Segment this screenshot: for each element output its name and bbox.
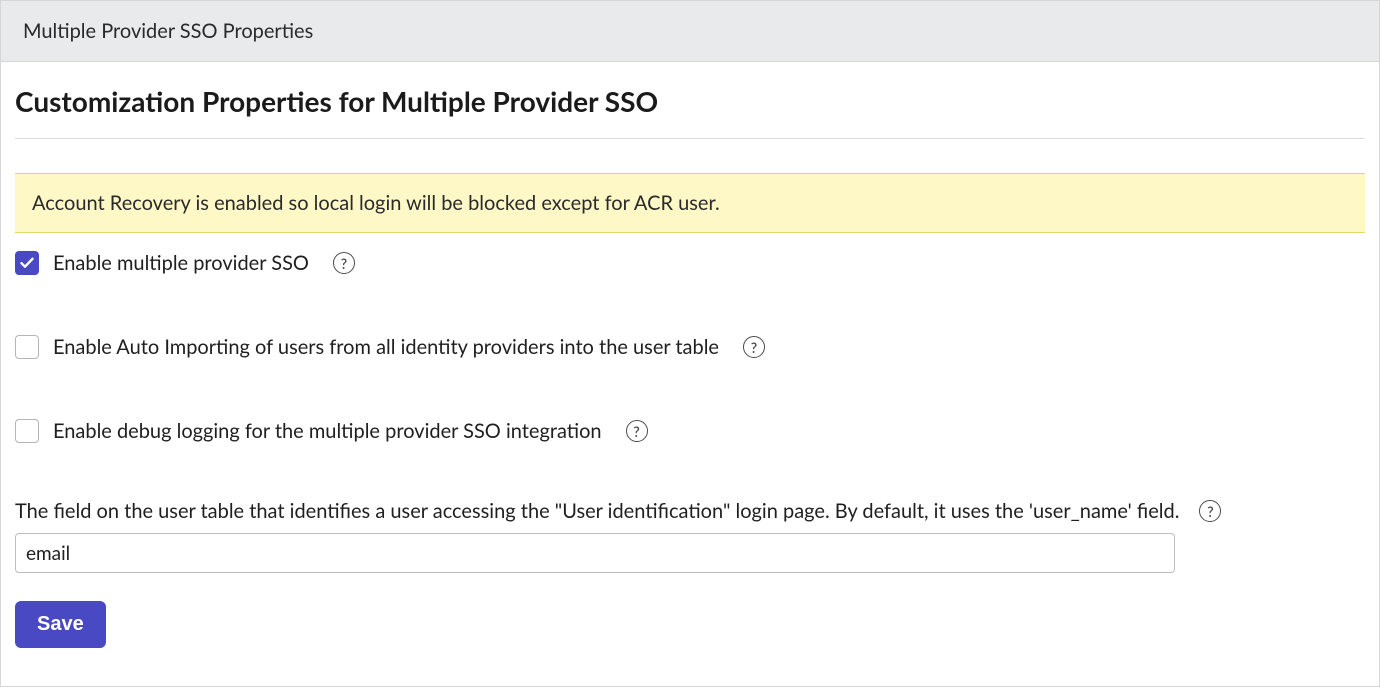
panel-header: Multiple Provider SSO Properties <box>1 1 1379 62</box>
auto-import-row: Enable Auto Importing of users from all … <box>15 335 1365 359</box>
properties-panel: Multiple Provider SSO Properties Customi… <box>0 0 1380 687</box>
user-identifier-group: The field on the user table that identif… <box>15 499 1365 573</box>
checkmark-icon <box>20 257 34 269</box>
auto-import-checkbox[interactable] <box>15 335 39 359</box>
help-icon[interactable]: ? <box>626 420 648 442</box>
enable-sso-label: Enable multiple provider SSO <box>53 251 309 275</box>
account-recovery-notice: Account Recovery is enabled so local log… <box>15 173 1365 233</box>
divider <box>15 138 1365 139</box>
panel-content: Customization Properties for Multiple Pr… <box>1 62 1379 666</box>
auto-import-label: Enable Auto Importing of users from all … <box>53 335 719 359</box>
page-title: Customization Properties for Multiple Pr… <box>15 84 1365 118</box>
help-icon[interactable]: ? <box>1199 500 1221 522</box>
enable-sso-checkbox[interactable] <box>15 251 39 275</box>
enable-sso-row: Enable multiple provider SSO ? <box>15 251 1365 275</box>
debug-logging-row: Enable debug logging for the multiple pr… <box>15 419 1365 443</box>
help-icon[interactable]: ? <box>743 336 765 358</box>
user-identifier-label: The field on the user table that identif… <box>15 499 1179 523</box>
debug-logging-checkbox[interactable] <box>15 419 39 443</box>
save-button[interactable]: Save <box>15 601 106 648</box>
panel-header-title: Multiple Provider SSO Properties <box>23 19 313 43</box>
user-identifier-label-row: The field on the user table that identif… <box>15 499 1365 523</box>
notice-text: Account Recovery is enabled so local log… <box>32 191 720 215</box>
debug-logging-label: Enable debug logging for the multiple pr… <box>53 419 602 443</box>
help-icon[interactable]: ? <box>333 252 355 274</box>
user-identifier-input[interactable] <box>15 533 1175 573</box>
